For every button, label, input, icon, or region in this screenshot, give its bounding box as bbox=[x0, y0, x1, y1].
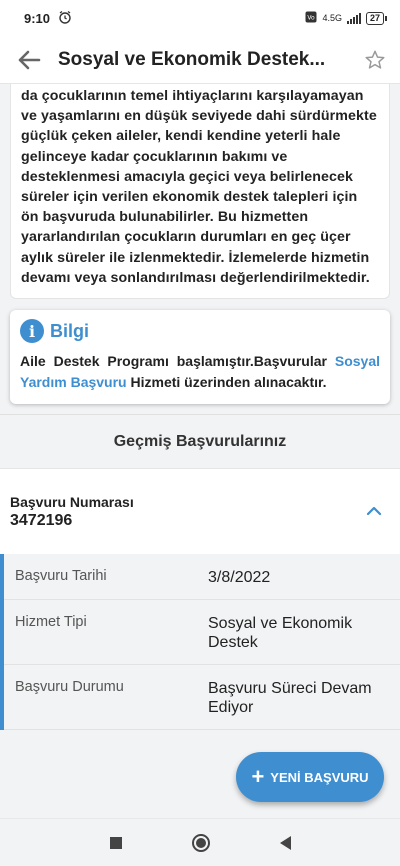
status-time: 9:10 bbox=[24, 10, 51, 26]
detail-value: Sosyal ve Ekonomik Destek bbox=[208, 615, 353, 652]
new-application-label: YENİ BAŞVURU bbox=[270, 769, 369, 785]
detail-row-status: Başvuru Durumu Başvuru Süreci Devam Ediy… bbox=[4, 665, 400, 731]
detail-value: Başvuru Süreci Devam Ediyor bbox=[208, 680, 372, 717]
arrow-left-icon bbox=[18, 50, 41, 69]
detail-key: Başvuru Tarihi bbox=[15, 568, 107, 585]
star-icon bbox=[365, 50, 385, 69]
info-card: i Bilgi Aile Destek Programı başlamıştır… bbox=[10, 310, 390, 405]
application-header[interactable]: Başvuru Numarası 3472196 bbox=[0, 468, 400, 555]
application-number-label: Başvuru Numarası bbox=[10, 494, 134, 511]
favorite-button[interactable] bbox=[350, 36, 400, 84]
description-card: da çocuklarının temel ihtiyaçlarını karş… bbox=[10, 84, 390, 300]
svg-text:Vo: Vo bbox=[308, 15, 316, 22]
alarm-icon bbox=[58, 10, 72, 27]
app-bar: Sosyal ve Ekonomik Destek... bbox=[0, 36, 400, 84]
new-application-button[interactable]: + YENİ BAŞVURU bbox=[236, 752, 384, 802]
volte-icon: Vo bbox=[305, 11, 317, 25]
application-details: Başvuru Tarihi 3/8/2022 Hizmet Tipi Sosy… bbox=[0, 554, 400, 731]
info-title: Bilgi bbox=[50, 320, 89, 341]
info-text-after: Hizmeti üzerinden alınacaktır. bbox=[126, 374, 327, 391]
application-number: 3472196 bbox=[10, 512, 73, 530]
detail-value: 3/8/2022 bbox=[208, 569, 271, 587]
recents-icon[interactable] bbox=[109, 836, 122, 849]
back-button[interactable] bbox=[0, 36, 58, 84]
description-text: da çocuklarının temel ihtiyaçlarını karş… bbox=[21, 88, 377, 286]
history-title: Geçmiş Başvurularınız bbox=[0, 414, 400, 468]
detail-row-date: Başvuru Tarihi 3/8/2022 bbox=[4, 554, 400, 601]
home-icon[interactable] bbox=[191, 833, 210, 852]
chevron-up-icon[interactable] bbox=[366, 503, 382, 521]
signal-icon bbox=[346, 12, 361, 24]
system-nav-bar bbox=[0, 818, 400, 866]
detail-row-service-type: Hizmet Tipi Sosyal ve Ekonomik Destek bbox=[4, 600, 400, 666]
status-bar: 9:10 Vo 4.5G 27 bbox=[0, 0, 400, 36]
detail-key: Hizmet Tipi bbox=[15, 614, 87, 631]
scroll-content[interactable]: da çocuklarının temel ihtiyaçlarını karş… bbox=[0, 84, 400, 818]
plus-icon: + bbox=[251, 764, 265, 789]
info-icon: i bbox=[20, 319, 44, 344]
back-nav-icon[interactable] bbox=[279, 835, 291, 850]
page-title: Sosyal ve Ekonomik Destek... bbox=[58, 48, 326, 70]
battery-icon: 27 bbox=[365, 11, 388, 25]
detail-key: Başvuru Durumu bbox=[15, 679, 124, 696]
info-header: i Bilgi bbox=[20, 319, 380, 344]
info-text-before: Aile Destek Programı başlamıştır.Başvuru… bbox=[20, 353, 335, 370]
info-text: Aile Destek Programı başlamıştır.Başvuru… bbox=[20, 351, 380, 393]
network-type: 4.5G bbox=[322, 13, 342, 23]
